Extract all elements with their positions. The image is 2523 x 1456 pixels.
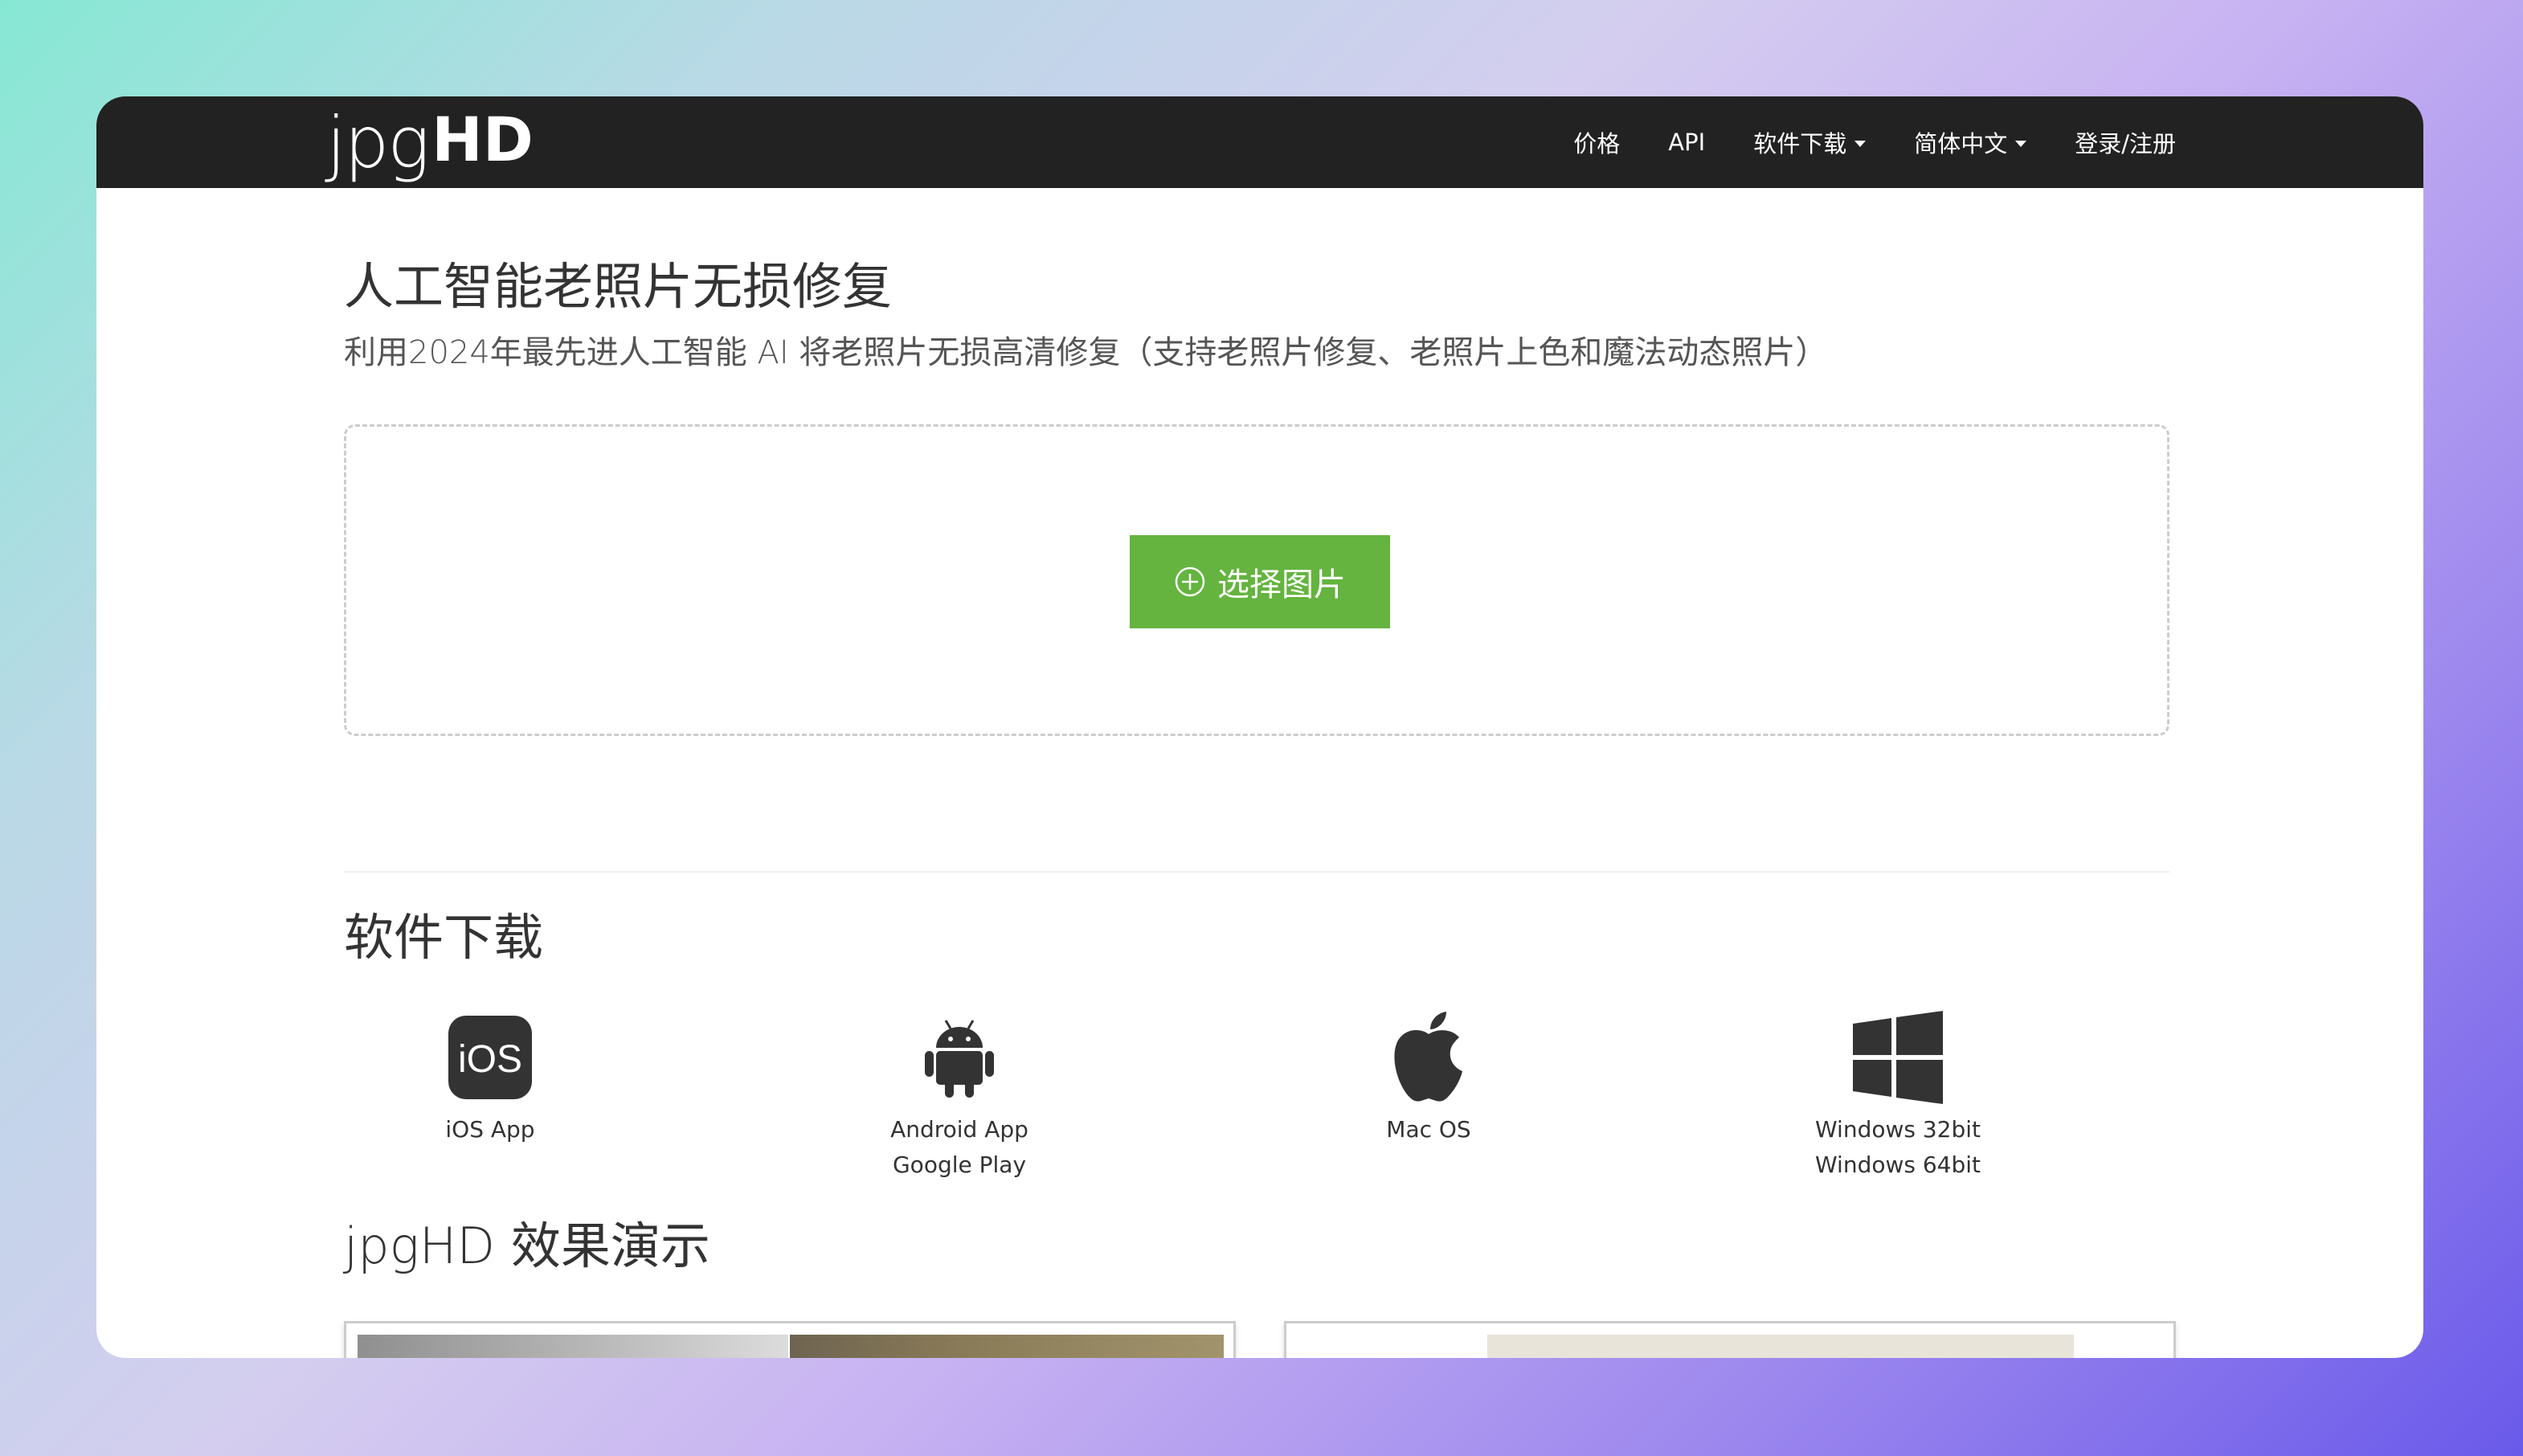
select-image-label: 选择图片 xyxy=(1217,566,1346,603)
download-label: iOS App xyxy=(445,1116,535,1143)
page-title: 人工智能老照片无损修复 xyxy=(344,257,893,316)
downloads-title: 软件下载 xyxy=(344,908,544,967)
site-logo[interactable]: jpg HD xyxy=(326,100,534,185)
nav-menu: 价格 API 软件下载 简体中文 登录/注册 xyxy=(1525,96,2176,188)
download-label: Android App xyxy=(890,1116,1028,1143)
nav-item-label: 软件下载 xyxy=(1753,130,1847,157)
top-navbar: jpg HD 价格 API 软件下载 简体中文 登录/注册 xyxy=(96,96,2423,188)
section-divider xyxy=(344,871,2169,873)
page-subtitle: 利用2024年最先进人工智能 AI 将老照片无损高清修复（支持老照片修复、老照片… xyxy=(344,334,1828,371)
nav-item-language[interactable]: 简体中文 xyxy=(1914,125,2027,159)
download-windows[interactable]: Windows 32bit Windows 64bit xyxy=(1737,1009,2059,1183)
nav-item-label: API xyxy=(1668,129,1706,156)
download-ios-app[interactable]: iOS iOS App xyxy=(329,1009,651,1147)
caret-down-icon xyxy=(2015,141,2027,147)
nav-item-api[interactable]: API xyxy=(1668,129,1705,156)
logo-text-bold: HD xyxy=(431,104,534,175)
ios-icon-text: iOS xyxy=(458,1038,522,1081)
download-label: Mac OS xyxy=(1386,1116,1471,1143)
download-label: Windows 64bit xyxy=(1814,1151,1981,1178)
nav-item-label: 价格 xyxy=(1573,130,1621,157)
apple-icon xyxy=(1372,1009,1485,1106)
caret-down-icon xyxy=(1854,141,1867,147)
demo-card[interactable] xyxy=(344,1321,1236,1358)
download-android-app[interactable]: Android App Google Play xyxy=(799,1009,1120,1183)
select-image-button[interactable]: 选择图片 xyxy=(1130,535,1390,628)
android-icon xyxy=(903,1009,1016,1106)
nav-item-label: 登录/注册 xyxy=(2075,130,2176,157)
download-label: Google Play xyxy=(892,1151,1027,1178)
demo-image-after xyxy=(790,1335,1224,1358)
demo-title: jpgHD 效果演示 xyxy=(344,1217,710,1275)
nav-item-pricing[interactable]: 价格 xyxy=(1573,125,1620,159)
demo-image xyxy=(1487,1335,2074,1358)
download-mac-os[interactable]: Mac OS xyxy=(1268,1009,1589,1147)
plus-circle-icon xyxy=(1175,566,1205,597)
windows-icon xyxy=(1842,1009,1954,1106)
download-label: Windows 32bit xyxy=(1814,1116,1981,1143)
browser-window: jpg HD 价格 API 软件下载 简体中文 登录/注册 人工智能老照片无损修… xyxy=(96,96,2423,1358)
ios-icon: iOS xyxy=(434,1009,546,1106)
demo-card[interactable] xyxy=(1284,1321,2176,1358)
nav-item-label: 简体中文 xyxy=(1914,130,2008,157)
logo-text-light: jpg xyxy=(326,101,430,184)
demo-image-before xyxy=(358,1335,788,1358)
nav-item-login[interactable]: 登录/注册 xyxy=(2075,125,2176,159)
nav-item-software-download[interactable]: 软件下载 xyxy=(1753,125,1867,159)
